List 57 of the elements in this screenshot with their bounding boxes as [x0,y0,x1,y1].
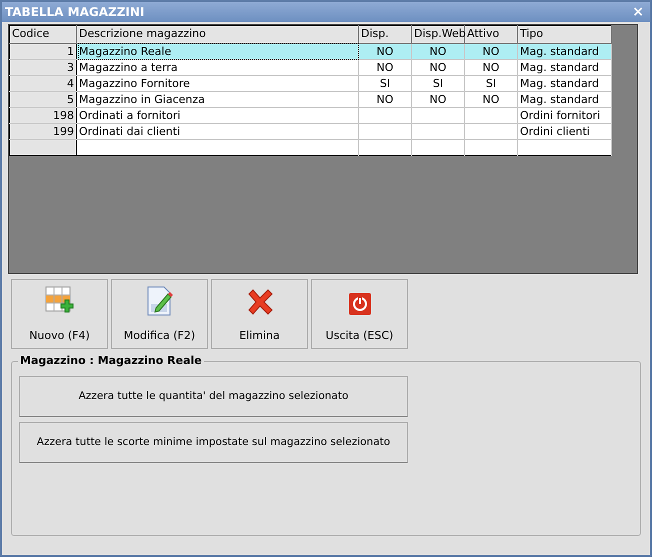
column-header[interactable]: Disp. [358,26,412,43]
table-cell: Magazzino a terra [76,59,358,75]
document-pencil-icon [146,286,174,316]
table-cell: Magazzino in Giacenza [76,91,358,107]
table-row[interactable]: 199 Ordinati dai clienti Ordini clienti [10,123,612,139]
column-header[interactable]: Descrizione magazzino [76,26,358,43]
group-title: Magazzino : Magazzino Reale [18,353,204,370]
row-header-cell: 5 [10,91,76,107]
table-cell: NO [412,59,464,75]
table-cell: Ordini clienti [518,123,612,139]
toolbar-button[interactable]: Uscita (ESC) [311,279,408,349]
table-cell: Mag. standard [518,75,612,91]
toolbar-button[interactable]: Nuovo (F4) [11,279,108,349]
toolbar-button[interactable]: Modifica (F2) [111,279,208,349]
table-cell: NO [464,59,518,75]
row-header-cell: 1 [10,43,76,59]
grid-plus-icon [44,286,74,316]
table-row[interactable]: 4 Magazzino Fornitore SI SI SI Mag. standard [10,75,612,91]
column-header[interactable]: Attivo [464,26,518,43]
table-cell: Ordini fornitori [518,107,612,123]
row-header-cell: 3 [10,59,76,75]
row-header-cell: 199 [10,123,76,139]
table-cell: NO [412,43,464,59]
toolbar-button[interactable]: Elimina [211,279,308,349]
table-cell: Mag. standard [518,91,612,107]
table-row[interactable]: 198 Ordinati a fornitori Ordini fornitori [10,107,612,123]
table-cell: NO [412,91,464,107]
table-row[interactable]: 5 Magazzino in Giacenza NO NO NO Mag. standard [10,91,612,107]
power-icon [348,292,372,316]
row-header-cell: 4 [10,75,76,91]
row-header-cell: 198 [10,107,76,123]
column-header[interactable]: Disp.Web [412,26,464,43]
table-cell [464,107,518,123]
table-cell: Magazzino Fornitore [76,75,358,91]
table-cell: NO [464,91,518,107]
table-cell: NO [358,43,412,59]
table-cell: SI [358,75,412,91]
table-cell: Ordinati dai clienti [76,123,358,139]
x-mark-icon [246,288,274,316]
table-cell: Ordinati a fornitori [76,107,358,123]
column-header[interactable]: Tipo [518,26,612,43]
reset-button[interactable]: Azzera tutte le quantita' del magazzino selezionato [19,376,408,417]
table-cell [412,107,464,123]
table-cell: SI [412,75,464,91]
table-cell: Mag. standard [518,43,612,59]
table-cell: NO [358,59,412,75]
table-cell [358,107,412,123]
table-row[interactable]: 1 Magazzino Reale NO NO NO Mag. standard [10,43,612,59]
window-title: TABELLA MAGAZZINI [5,4,144,21]
reset-button[interactable]: Azzera tutte le scorte minime impostate sul magazzino selezionato [19,422,408,463]
table-cell: SI [464,75,518,91]
column-header[interactable]: Codice [10,26,76,43]
table-row[interactable]: 3 Magazzino a terra NO NO NO Mag. standard [10,59,612,75]
table-cell: Magazzino Reale [76,43,358,59]
table-cell: NO [358,91,412,107]
table-cell: NO [464,43,518,59]
table-cell: Mag. standard [518,59,612,75]
